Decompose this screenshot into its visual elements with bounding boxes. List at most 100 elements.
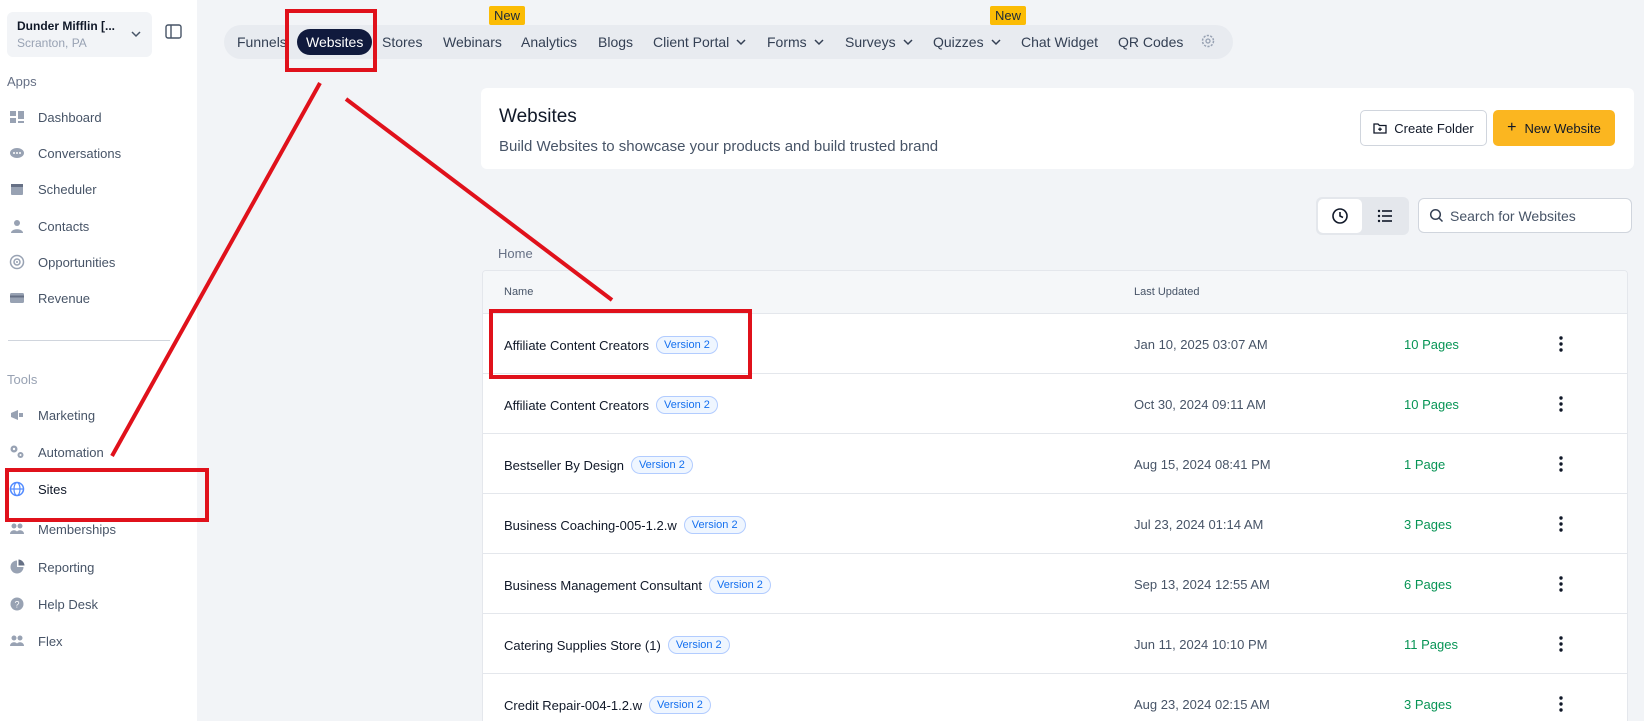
website-name-text: Affiliate Content Creators	[504, 397, 649, 413]
tab-forms[interactable]: Forms	[767, 25, 825, 59]
calendar-icon	[8, 181, 26, 197]
version-badge: Version 2	[667, 636, 730, 654]
sidebar-item-contacts[interactable]: Contacts	[8, 213, 188, 239]
list-view-button[interactable]	[1363, 199, 1407, 233]
table-row[interactable]: Catering Supplies Store (1) Version 2 Jun…	[483, 614, 1627, 674]
new-website-button[interactable]: + New Website	[1493, 110, 1615, 146]
chevron-down-icon	[991, 39, 1001, 46]
help-icon: ?	[8, 596, 26, 612]
tab-chat-widget[interactable]: Chat Widget	[1021, 25, 1098, 59]
tab-blogs[interactable]: Blogs	[598, 25, 633, 59]
website-name[interactable]: Affiliate Content Creators Version 2	[504, 396, 718, 414]
tab-webinars[interactable]: Webinars	[443, 25, 502, 59]
recent-view-button[interactable]	[1318, 199, 1362, 233]
more-actions-icon[interactable]	[1552, 454, 1570, 474]
new-badge: New	[990, 6, 1027, 25]
account-switcher[interactable]: Dunder Mifflin [... Scranton, PA	[7, 12, 152, 57]
table-row[interactable]: Business Coaching-005-1.2.w Version 2 Jul…	[483, 494, 1627, 554]
page-count[interactable]: 3 Pages	[1404, 697, 1452, 712]
column-name: Name	[504, 286, 534, 298]
website-name[interactable]: Bestseller By Design Version 2	[504, 456, 693, 474]
website-name-text: Bestseller By Design	[504, 457, 624, 473]
sidebar-item-label: Reporting	[38, 559, 95, 575]
last-updated: Aug 23, 2024 02:15 AM	[1134, 697, 1270, 712]
list-icon	[1377, 209, 1392, 223]
last-updated: Jul 23, 2024 01:14 AM	[1134, 517, 1264, 532]
folder-plus-icon	[1373, 123, 1387, 134]
tab-stores[interactable]: Stores	[382, 25, 422, 59]
new-website-label: New Website	[1524, 120, 1601, 136]
page-count[interactable]: 6 Pages	[1404, 577, 1452, 592]
sidebar-item-revenue[interactable]: Revenue	[8, 285, 188, 311]
sidebar-item-dashboard[interactable]: Dashboard	[8, 104, 188, 130]
account-name: Dunder Mifflin [...	[17, 19, 115, 33]
website-name-text: Business Coaching-005-1.2.w	[504, 517, 677, 533]
breadcrumb[interactable]: Home	[498, 246, 533, 261]
page-count[interactable]: 11 Pages	[1404, 637, 1458, 652]
website-name-text: Business Management Consultant	[504, 577, 703, 593]
sidebar-item-help-desk[interactable]: ? Help Desk	[8, 591, 188, 617]
people-icon	[8, 633, 26, 649]
tab-analytics[interactable]: Analytics	[521, 25, 577, 59]
sidebar-item-conversations[interactable]: Conversations	[8, 140, 188, 166]
more-actions-icon[interactable]	[1552, 334, 1570, 354]
chat-icon	[8, 145, 26, 161]
more-actions-icon[interactable]	[1552, 574, 1570, 594]
annotation-box-websites-tab	[285, 9, 377, 72]
website-name[interactable]: Business Management Consultant Version 2	[504, 576, 771, 594]
clock-icon	[1332, 208, 1348, 224]
chevron-down-icon	[131, 31, 141, 38]
dashboard-icon	[8, 109, 26, 125]
tab-qr-codes[interactable]: QR Codes	[1118, 25, 1183, 59]
sidebar-item-reporting[interactable]: Reporting	[8, 554, 188, 580]
page-count[interactable]: 1 Page	[1404, 457, 1445, 472]
website-name[interactable]: Catering Supplies Store (1) Version 2	[504, 636, 730, 654]
tools-section-label: Tools	[7, 372, 38, 387]
page-title: Websites	[499, 106, 577, 127]
version-badge: Version 2	[709, 576, 771, 594]
tab-quizzes[interactable]: Quizzes	[933, 25, 1002, 59]
table-row[interactable]: Credit Repair-004-1.2.w Version 2 Aug 23,…	[483, 674, 1627, 721]
more-actions-icon[interactable]	[1552, 694, 1570, 714]
last-updated: Aug 15, 2024 08:41 PM	[1134, 457, 1271, 472]
card-icon	[8, 290, 26, 306]
website-name[interactable]: Credit Repair-004-1.2.w Version 2	[504, 696, 711, 714]
tab-client-portal[interactable]: Client Portal	[653, 25, 747, 59]
sidebar-item-label: Flex	[38, 633, 63, 649]
sidebar-item-marketing[interactable]: Marketing	[8, 402, 188, 428]
sidebar-item-automation[interactable]: Automation	[8, 439, 188, 465]
sidebar-item-label: Dashboard	[38, 109, 102, 125]
sidebar-item-opportunities[interactable]: Opportunities	[8, 249, 188, 275]
table-row[interactable]: Affiliate Content Creators Version 2 Oct …	[483, 374, 1627, 434]
page-count[interactable]: 3 Pages	[1404, 517, 1452, 532]
tab-label: Surveys	[845, 34, 896, 50]
sidebar-item-flex[interactable]: Flex	[8, 628, 188, 654]
page-count[interactable]: 10 Pages	[1404, 397, 1459, 412]
sidebar-collapse-icon[interactable]	[165, 24, 182, 39]
gear-icon[interactable]	[1200, 33, 1216, 49]
person-icon	[8, 218, 26, 234]
more-actions-icon[interactable]	[1552, 514, 1570, 534]
more-actions-icon[interactable]	[1552, 634, 1570, 654]
annotation-box-first-row	[489, 309, 752, 379]
table-row[interactable]: Bestseller By Design Version 2 Aug 15, 20…	[483, 434, 1627, 494]
version-badge: Version 2	[630, 456, 693, 474]
tab-funnels[interactable]: Funnels	[237, 25, 287, 59]
sidebar-item-label: Revenue	[38, 290, 91, 306]
svg-text:?: ?	[14, 600, 19, 610]
create-folder-button[interactable]: Create Folder	[1360, 110, 1487, 146]
sidebar-item-scheduler[interactable]: Scheduler	[8, 176, 188, 202]
gears-icon	[8, 444, 26, 460]
table-row[interactable]: Business Management Consultant Version 2 …	[483, 554, 1627, 614]
more-actions-icon[interactable]	[1552, 394, 1570, 414]
pie-icon	[8, 559, 26, 575]
tab-surveys[interactable]: Surveys	[845, 25, 914, 59]
website-name[interactable]: Business Coaching-005-1.2.w Version 2	[504, 516, 746, 534]
view-toggle	[1316, 197, 1409, 235]
version-badge: Version 2	[656, 396, 718, 414]
page-count[interactable]: 10 Pages	[1404, 337, 1459, 352]
version-badge: Version 2	[683, 516, 746, 534]
website-name-text: Catering Supplies Store (1)	[504, 637, 661, 653]
sidebar-item-label: Conversations	[38, 145, 122, 161]
search-input[interactable]	[1450, 207, 1620, 224]
